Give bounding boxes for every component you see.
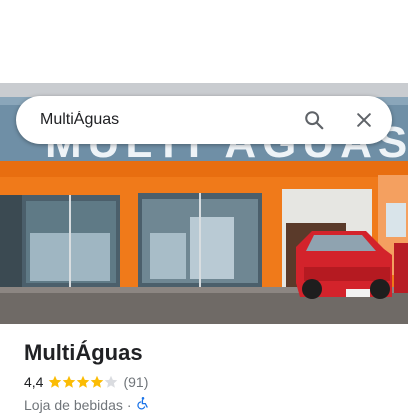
star-icon xyxy=(91,375,104,388)
place-info: MultiÁguas 4,4 (91) Loja de bebidas · xyxy=(24,338,392,413)
star-icon xyxy=(49,375,62,388)
place-title: MultiÁguas xyxy=(24,340,143,365)
close-icon[interactable] xyxy=(344,100,384,140)
category-row: Loja de bebidas · xyxy=(24,396,392,413)
star-icon xyxy=(63,375,76,388)
search-icon[interactable] xyxy=(294,100,334,140)
separator: · xyxy=(126,396,132,413)
star-icon xyxy=(105,375,118,388)
star-rating xyxy=(48,375,118,389)
search-bar[interactable]: MultiÁguas xyxy=(16,96,392,144)
search-input[interactable]: MultiÁguas xyxy=(16,111,294,129)
star-icons xyxy=(49,375,118,388)
wheelchair-icon xyxy=(136,396,150,413)
star-icon xyxy=(77,375,90,388)
review-count[interactable]: (91) xyxy=(123,374,148,390)
rating-row[interactable]: 4,4 (91) xyxy=(24,374,392,390)
category-label: Loja de bebidas xyxy=(24,396,123,413)
rating-value: 4,4 xyxy=(24,374,44,390)
